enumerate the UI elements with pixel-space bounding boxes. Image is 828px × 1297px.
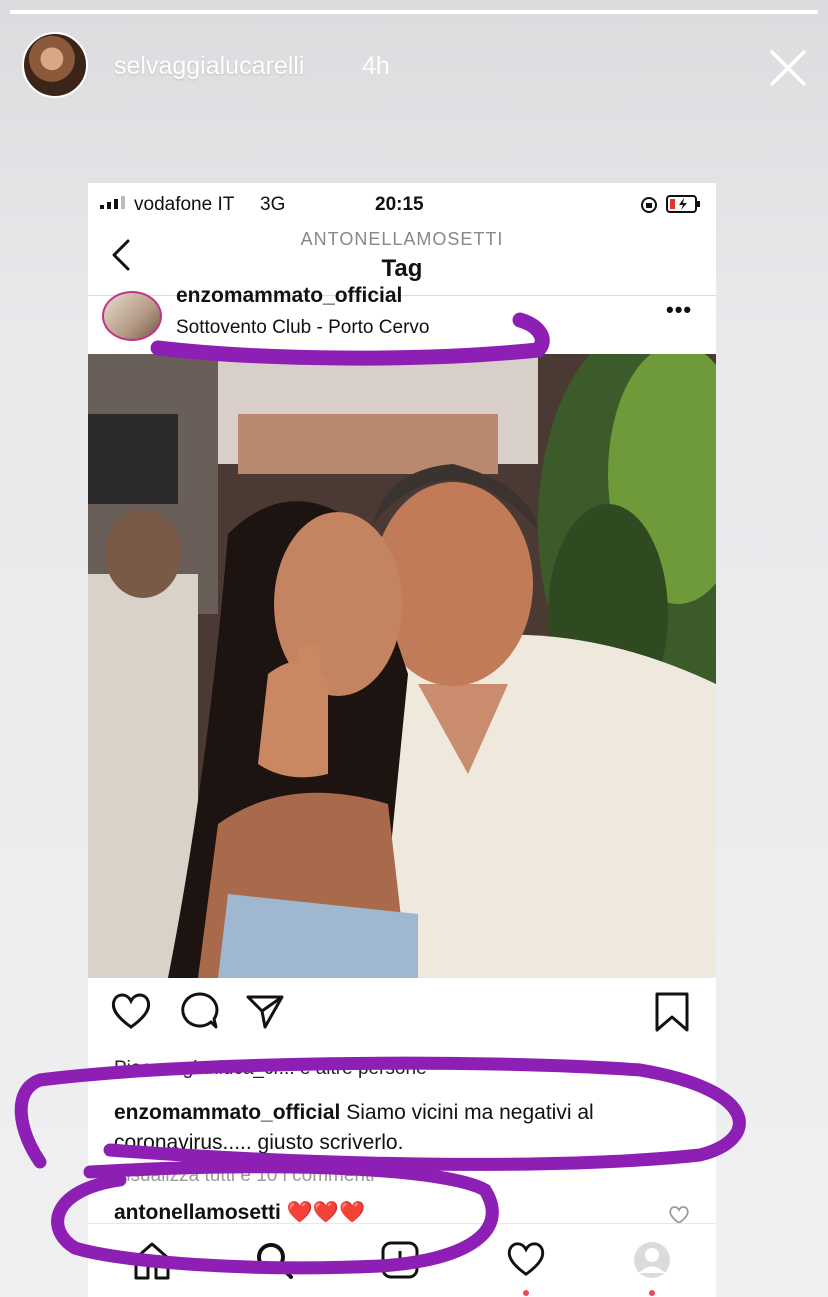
- add-icon: [381, 1241, 419, 1279]
- view-comments-link[interactable]: Visualizza tutti e 10 i commenti: [114, 1165, 375, 1187]
- post-header: enzomammato_official Sottovento Club - P…: [88, 285, 716, 347]
- nav-subtitle: ANTONELLAMOSETTI: [300, 229, 504, 249]
- post-photo[interactable]: [88, 354, 716, 978]
- comment-button[interactable]: [178, 991, 220, 1036]
- like-button[interactable]: [110, 991, 152, 1036]
- tab-search[interactable]: [254, 1240, 294, 1285]
- signal-icon: [100, 196, 125, 209]
- post-caption: enzomammato_official Siamo vicini ma neg…: [114, 1098, 694, 1158]
- bookmark-button[interactable]: [652, 991, 692, 1038]
- more-options-button[interactable]: •••: [666, 297, 692, 323]
- share-button[interactable]: [244, 991, 286, 1036]
- comment-text: ❤️❤️❤️: [286, 1201, 366, 1224]
- photo-illustration: [88, 354, 716, 978]
- story-timestamp: 4h: [362, 52, 390, 80]
- story-username[interactable]: selvaggialucarelli: [114, 52, 304, 81]
- post-avatar[interactable]: [102, 291, 162, 341]
- activity-notification-dot: [523, 1290, 529, 1296]
- rotation-lock-icon: [641, 197, 657, 213]
- post-location[interactable]: Sottovento Club - Porto Cervo: [176, 317, 429, 339]
- comment-username[interactable]: antonellamosetti: [114, 1201, 281, 1224]
- post-username[interactable]: enzomammato_official: [176, 285, 402, 307]
- heart-icon: [669, 1206, 689, 1225]
- story-avatar[interactable]: [22, 32, 88, 98]
- battery-icon: [666, 195, 700, 213]
- story-progress-fill: [10, 10, 818, 14]
- search-icon: [257, 1243, 293, 1279]
- activity-icon: [507, 1242, 545, 1276]
- nav-title: Tag: [381, 255, 423, 282]
- comment: antonellamosetti ❤️❤️❤️: [114, 1201, 365, 1225]
- shared-screenshot: vodafone IT 3G 20:15 ANTONELLAMOSETTI Ta…: [88, 183, 716, 1297]
- carrier-label: vodafone IT: [134, 194, 235, 215]
- network-label: 3G: [260, 194, 286, 215]
- tab-home[interactable]: [132, 1240, 172, 1285]
- close-icon: [770, 50, 806, 86]
- profile-notification-dot: [649, 1290, 655, 1296]
- status-bar: vodafone IT 3G 20:15: [88, 183, 716, 223]
- likes-text[interactable]: Piace a gianluca_cr... e altre persone: [114, 1058, 427, 1080]
- caption-username[interactable]: enzomammato_official: [114, 1101, 340, 1124]
- profile-icon: [634, 1242, 670, 1278]
- heart-icon: [111, 993, 151, 1029]
- home-icon: [134, 1242, 170, 1280]
- post-actions: [88, 991, 716, 1047]
- status-time: 20:15: [375, 194, 424, 215]
- bookmark-icon: [655, 992, 689, 1032]
- tab-profile[interactable]: [632, 1240, 672, 1285]
- close-button[interactable]: [766, 46, 810, 90]
- tab-add[interactable]: [380, 1240, 420, 1285]
- share-icon: [246, 995, 284, 1029]
- story-progress-bar: [10, 10, 818, 14]
- tab-activity[interactable]: [506, 1240, 546, 1283]
- bottom-tab-bar: [88, 1223, 716, 1297]
- comment-icon: [181, 992, 219, 1029]
